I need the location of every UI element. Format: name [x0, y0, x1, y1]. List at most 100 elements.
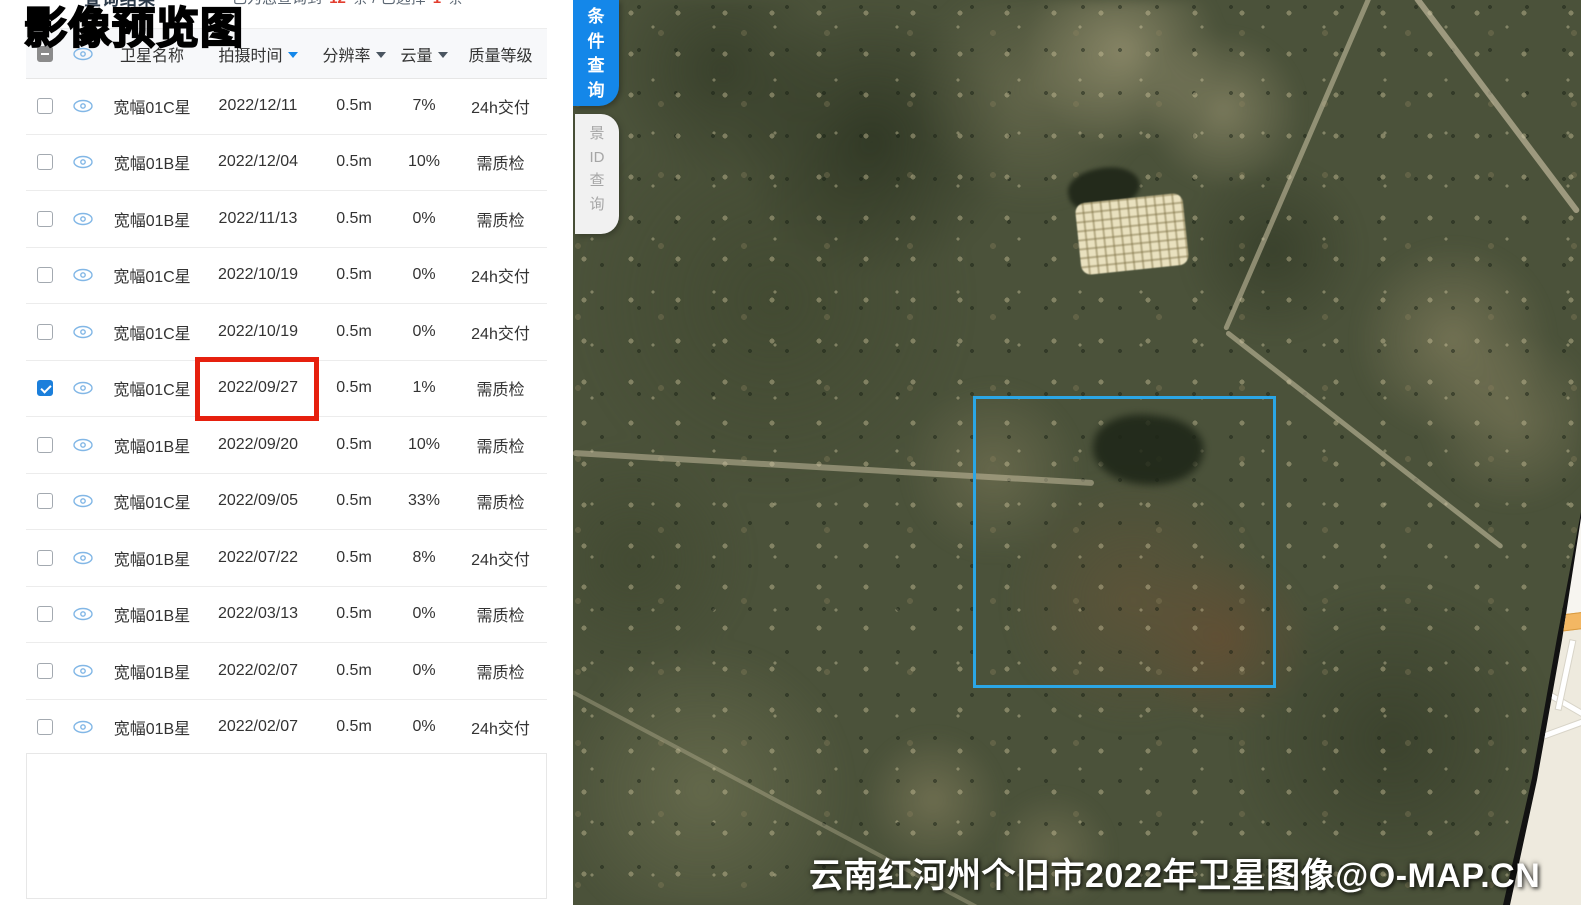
table-row: 宽幅01C星 2022/10/19 0.5m 0% 24h交付	[26, 248, 547, 304]
preview-eye-icon[interactable]	[72, 155, 94, 169]
quality-value: 需质检	[476, 664, 525, 682]
cloud-value: 0%	[412, 605, 436, 623]
capture-date: 2022/02/07	[217, 661, 299, 679]
row-checkbox[interactable]	[37, 493, 53, 510]
summary-prefix: 已为您查询到	[232, 0, 322, 7]
highlight-red-box	[195, 356, 319, 421]
cloud-value: 0%	[412, 661, 436, 679]
satellite-name: 宽幅01B星	[113, 608, 191, 626]
capture-date: 2022/09/27	[195, 356, 319, 421]
row-checkbox[interactable]	[37, 436, 53, 453]
app-window: ‹ 查询结果 已为您查询到 12 条 / 已选择 1 条 卫星名称 拍摄时间	[0, 0, 1581, 905]
row-checkbox[interactable]	[37, 154, 53, 171]
row-checkbox[interactable]	[37, 662, 53, 679]
cloud-value: 7%	[412, 96, 436, 114]
preview-eye-icon[interactable]	[72, 664, 94, 678]
selected-unit: 条	[448, 0, 463, 7]
quality-value: 需质检	[476, 495, 525, 513]
satellite-name: 宽幅01B星	[113, 551, 191, 569]
preview-eye-icon[interactable]	[72, 381, 94, 395]
resolution-value: 0.5m	[336, 322, 372, 340]
satellite-name: 宽幅01B星	[113, 721, 191, 739]
preview-eye-icon[interactable]	[72, 99, 94, 113]
map-watermark: 云南红河州个旧市2022年卫星图像@O-MAP.CN	[809, 857, 1541, 895]
cloud-value: 0%	[412, 322, 436, 340]
quality-value: 24h交付	[471, 99, 530, 117]
row-checkbox[interactable]	[37, 97, 53, 114]
preview-eye-icon[interactable]	[72, 268, 94, 282]
capture-date: 2022/03/13	[217, 605, 299, 623]
capture-date: 2022/11/13	[218, 209, 298, 227]
preview-placeholder-panel	[26, 753, 547, 899]
capture-date: 2022/02/07	[217, 718, 299, 736]
quality-value: 需质检	[476, 212, 525, 230]
capture-date: 2022/07/22	[217, 548, 299, 566]
row-checkbox[interactable]	[37, 380, 53, 397]
row-checkbox[interactable]	[37, 267, 53, 284]
satellite-name: 宽幅01B星	[113, 664, 191, 682]
row-checkbox[interactable]	[37, 210, 53, 227]
resolution-value: 0.5m	[336, 379, 372, 397]
row-checkbox[interactable]	[37, 606, 53, 623]
preview-eye-icon[interactable]	[72, 607, 94, 621]
aoi-selection-rectangle	[973, 396, 1276, 688]
table-row: 宽幅01C星 2022/09/05 0.5m 33% 需质检	[26, 474, 547, 530]
resolution-value: 0.5m	[336, 661, 372, 679]
row-checkbox[interactable]	[37, 719, 53, 736]
row-checkbox[interactable]	[37, 323, 53, 340]
quality-value: 需质检	[476, 382, 525, 400]
preview-eye-icon[interactable]	[72, 438, 94, 452]
preview-eye-icon[interactable]	[72, 494, 94, 508]
satellite-name: 宽幅01C星	[113, 99, 191, 117]
cloud-value: 10%	[407, 153, 441, 171]
column-cloud[interactable]: 云量	[394, 42, 454, 66]
satellite-name: 宽幅01C星	[113, 269, 191, 287]
satellite-name: 宽幅01C星	[113, 495, 191, 513]
table-body: 宽幅01C星 2022/12/11 0.5m 7% 24h交付 宽幅01B星 2…	[26, 78, 547, 756]
table-row: 宽幅01B星 2022/09/20 0.5m 10% 需质检	[26, 417, 547, 474]
result-summary: 已为您查询到 12 条 / 已选择 1 条	[232, 0, 463, 8]
tab-condition-query[interactable]: 条 件 查 询	[573, 0, 619, 106]
quality-value: 需质检	[476, 156, 525, 174]
table-row: 宽幅01C星 2022/10/19 0.5m 0% 24h交付	[26, 304, 547, 361]
quality-value: 需质检	[476, 608, 525, 626]
quality-value: 24h交付	[471, 269, 530, 287]
preview-eye-icon[interactable]	[72, 212, 94, 226]
sort-caret-icon[interactable]	[287, 51, 298, 58]
cloud-value: 33%	[407, 492, 441, 510]
preview-eye-icon[interactable]	[72, 551, 94, 565]
table-row: 宽幅01B星 2022/02/07 0.5m 0% 24h交付	[26, 700, 547, 756]
summary-divider: /	[372, 0, 376, 7]
results-panel: ‹ 查询结果 已为您查询到 12 条 / 已选择 1 条 卫星名称 拍摄时间	[0, 0, 573, 905]
column-quality: 质量等级	[468, 47, 533, 65]
satellite-name: 宽幅01C星	[113, 382, 191, 400]
preview-eye-icon[interactable]	[72, 720, 94, 734]
cloud-value: 1%	[412, 379, 436, 397]
column-resolution[interactable]: 分辨率	[314, 42, 394, 66]
cloud-value: 0%	[412, 209, 436, 227]
table-row: 宽幅01C星 2022/12/11 0.5m 7% 24h交付	[26, 78, 547, 135]
tab-scene-id-query[interactable]: 景 ID 查 询	[575, 114, 619, 234]
cloud-value: 10%	[407, 435, 441, 453]
sort-caret-icon[interactable]	[437, 51, 448, 58]
capture-date: 2022/10/19	[217, 266, 299, 284]
sort-caret-icon[interactable]	[375, 51, 386, 58]
quality-value: 需质检	[476, 438, 525, 456]
capture-date: 2022/09/05	[217, 492, 299, 510]
row-checkbox[interactable]	[37, 549, 53, 566]
satellite-name: 宽幅01B星	[113, 156, 191, 174]
resolution-value: 0.5m	[336, 548, 372, 566]
collapse-icon[interactable]: ‹	[36, 0, 41, 4]
cloud-value: 8%	[412, 548, 436, 566]
map-canvas[interactable]: 云南红河州个旧市2022年卫星图像@O-MAP.CN 条 件 查 询 景 ID …	[573, 0, 1581, 905]
map-greenhouse-area	[1074, 192, 1190, 276]
table-row: 宽幅01B星 2022/02/07 0.5m 0% 需质检	[26, 643, 547, 700]
selected-label: 已选择	[381, 0, 426, 7]
preview-eye-icon[interactable]	[72, 325, 94, 339]
satellite-name: 宽幅01C星	[113, 325, 191, 343]
table-row: 宽幅01B星 2022/03/13 0.5m 0% 需质检	[26, 587, 547, 643]
capture-date: 2022/10/19	[217, 322, 299, 340]
table-row-selected: 宽幅01C星 2022/09/27 0.5m 1% 需质检	[26, 356, 547, 421]
count-unit: 条	[353, 0, 368, 7]
capture-date: 2022/12/11	[218, 96, 298, 114]
